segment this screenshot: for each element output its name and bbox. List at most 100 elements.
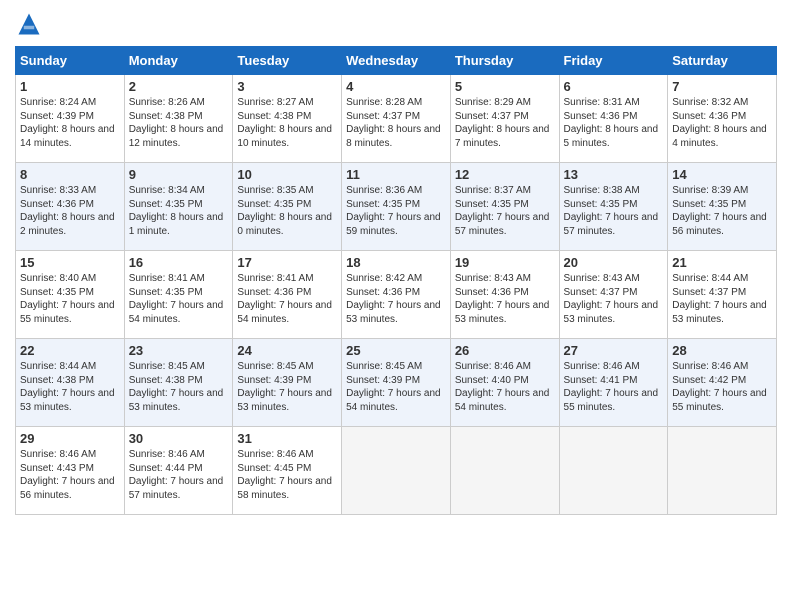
day-number: 21 xyxy=(672,255,772,270)
calendar-cell: 28Sunrise: 8:46 AMSunset: 4:42 PMDayligh… xyxy=(668,339,777,427)
calendar-cell: 24Sunrise: 8:45 AMSunset: 4:39 PMDayligh… xyxy=(233,339,342,427)
calendar-cell: 16 Sunrise: 8:41 AMSunset: 4:35 PMDayligh… xyxy=(124,251,233,339)
col-thursday: Thursday xyxy=(450,47,559,75)
calendar-header-row: Sunday Monday Tuesday Wednesday Thursday… xyxy=(16,47,777,75)
calendar-week-row: 22 Sunrise: 8:44 AMSunset: 4:38 PMDayligh… xyxy=(16,339,777,427)
calendar-cell: 6Sunrise: 8:31 AMSunset: 4:36 PMDaylight… xyxy=(559,75,668,163)
day-number: 20 xyxy=(564,255,664,270)
calendar-cell: 3 Sunrise: 8:27 AMSunset: 4:38 PMDaylight… xyxy=(233,75,342,163)
header xyxy=(15,10,777,38)
calendar-cell xyxy=(668,427,777,515)
day-number: 7 xyxy=(672,79,772,94)
day-info: Sunrise: 8:41 AMSunset: 4:35 PMDaylight:… xyxy=(129,272,229,326)
day-info: Sunrise: 8:38 AMSunset: 4:35 PMDaylight:… xyxy=(564,184,664,238)
calendar-table: Sunday Monday Tuesday Wednesday Thursday… xyxy=(15,46,777,515)
calendar-week-row: 1Sunrise: 8:24 AMSunset: 4:39 PMDaylight… xyxy=(16,75,777,163)
calendar-cell: 29Sunrise: 8:46 AMSunset: 4:43 PMDayligh… xyxy=(16,427,125,515)
day-info: Sunrise: 8:37 AMSunset: 4:35 PMDaylight:… xyxy=(455,184,555,238)
day-number: 1 xyxy=(20,79,120,94)
page-container: Sunday Monday Tuesday Wednesday Thursday… xyxy=(0,0,792,525)
day-number: 19 xyxy=(455,255,555,270)
col-wednesday: Wednesday xyxy=(342,47,451,75)
calendar-cell: 20 Sunrise: 8:43 AMSunset: 4:37 PMDayligh… xyxy=(559,251,668,339)
day-info: Sunrise: 8:27 AMSunset: 4:38 PMDaylight:… xyxy=(237,96,337,150)
calendar-week-row: 15 Sunrise: 8:40 AMSunset: 4:35 PMDayligh… xyxy=(16,251,777,339)
day-number: 22 xyxy=(20,343,120,358)
day-number: 5 xyxy=(455,79,555,94)
day-number: 10 xyxy=(237,167,337,182)
day-number: 9 xyxy=(129,167,229,182)
calendar-cell: 5 Sunrise: 8:29 AMSunset: 4:37 PMDaylight… xyxy=(450,75,559,163)
day-number: 16 xyxy=(129,255,229,270)
calendar-cell: 15 Sunrise: 8:40 AMSunset: 4:35 PMDayligh… xyxy=(16,251,125,339)
day-number: 14 xyxy=(672,167,772,182)
day-info: Sunrise: 8:45 AMSunset: 4:38 PMDaylight:… xyxy=(129,360,229,414)
calendar-cell: 21 Sunrise: 8:44 AMSunset: 4:37 PMDayligh… xyxy=(668,251,777,339)
day-info: Sunrise: 8:31 AMSunset: 4:36 PMDaylight:… xyxy=(564,96,664,150)
day-info: Sunrise: 8:29 AMSunset: 4:37 PMDaylight:… xyxy=(455,96,555,150)
day-info: Sunrise: 8:32 AMSunset: 4:36 PMDaylight:… xyxy=(672,96,772,150)
day-number: 28 xyxy=(672,343,772,358)
calendar-cell: 31 Sunrise: 8:46 AMSunset: 4:45 PMDayligh… xyxy=(233,427,342,515)
day-number: 24 xyxy=(237,343,337,358)
calendar-cell: 1Sunrise: 8:24 AMSunset: 4:39 PMDaylight… xyxy=(16,75,125,163)
day-info: Sunrise: 8:26 AMSunset: 4:38 PMDaylight:… xyxy=(129,96,229,150)
day-info: Sunrise: 8:36 AMSunset: 4:35 PMDaylight:… xyxy=(346,184,446,238)
day-info: Sunrise: 8:43 AMSunset: 4:36 PMDaylight:… xyxy=(455,272,555,326)
col-sunday: Sunday xyxy=(16,47,125,75)
logo xyxy=(15,10,47,38)
calendar-cell: 19 Sunrise: 8:43 AMSunset: 4:36 PMDayligh… xyxy=(450,251,559,339)
calendar-cell: 26 Sunrise: 8:46 AMSunset: 4:40 PMDayligh… xyxy=(450,339,559,427)
day-number: 12 xyxy=(455,167,555,182)
calendar-cell: 27Sunrise: 8:46 AMSunset: 4:41 PMDayligh… xyxy=(559,339,668,427)
day-number: 8 xyxy=(20,167,120,182)
day-number: 25 xyxy=(346,343,446,358)
calendar-cell: 2 Sunrise: 8:26 AMSunset: 4:38 PMDaylight… xyxy=(124,75,233,163)
day-number: 23 xyxy=(129,343,229,358)
calendar-week-row: 29Sunrise: 8:46 AMSunset: 4:43 PMDayligh… xyxy=(16,427,777,515)
calendar-week-row: 8 Sunrise: 8:33 AMSunset: 4:36 PMDaylight… xyxy=(16,163,777,251)
calendar-cell: 11Sunrise: 8:36 AMSunset: 4:35 PMDayligh… xyxy=(342,163,451,251)
logo-icon xyxy=(15,10,43,38)
day-number: 30 xyxy=(129,431,229,446)
calendar-cell: 23 Sunrise: 8:45 AMSunset: 4:38 PMDayligh… xyxy=(124,339,233,427)
day-info: Sunrise: 8:46 AMSunset: 4:43 PMDaylight:… xyxy=(20,448,120,502)
day-number: 3 xyxy=(237,79,337,94)
day-info: Sunrise: 8:44 AMSunset: 4:37 PMDaylight:… xyxy=(672,272,772,326)
day-info: Sunrise: 8:45 AMSunset: 4:39 PMDaylight:… xyxy=(346,360,446,414)
calendar-cell: 7 Sunrise: 8:32 AMSunset: 4:36 PMDaylight… xyxy=(668,75,777,163)
day-info: Sunrise: 8:35 AMSunset: 4:35 PMDaylight:… xyxy=(237,184,337,238)
day-number: 15 xyxy=(20,255,120,270)
col-friday: Friday xyxy=(559,47,668,75)
calendar-cell: 18Sunrise: 8:42 AMSunset: 4:36 PMDayligh… xyxy=(342,251,451,339)
col-monday: Monday xyxy=(124,47,233,75)
day-number: 13 xyxy=(564,167,664,182)
day-info: Sunrise: 8:41 AMSunset: 4:36 PMDaylight:… xyxy=(237,272,337,326)
calendar-cell: 14Sunrise: 8:39 AMSunset: 4:35 PMDayligh… xyxy=(668,163,777,251)
calendar-cell xyxy=(342,427,451,515)
day-number: 2 xyxy=(129,79,229,94)
calendar-cell: 12 Sunrise: 8:37 AMSunset: 4:35 PMDayligh… xyxy=(450,163,559,251)
day-number: 26 xyxy=(455,343,555,358)
day-info: Sunrise: 8:46 AMSunset: 4:44 PMDaylight:… xyxy=(129,448,229,502)
day-info: Sunrise: 8:44 AMSunset: 4:38 PMDaylight:… xyxy=(20,360,120,414)
calendar-cell: 10 Sunrise: 8:35 AMSunset: 4:35 PMDayligh… xyxy=(233,163,342,251)
day-info: Sunrise: 8:46 AMSunset: 4:41 PMDaylight:… xyxy=(564,360,664,414)
calendar-cell xyxy=(559,427,668,515)
day-info: Sunrise: 8:33 AMSunset: 4:36 PMDaylight:… xyxy=(20,184,120,238)
day-number: 17 xyxy=(237,255,337,270)
calendar-cell: 8 Sunrise: 8:33 AMSunset: 4:36 PMDaylight… xyxy=(16,163,125,251)
day-info: Sunrise: 8:34 AMSunset: 4:35 PMDaylight:… xyxy=(129,184,229,238)
calendar-cell: 13 Sunrise: 8:38 AMSunset: 4:35 PMDayligh… xyxy=(559,163,668,251)
calendar-cell xyxy=(450,427,559,515)
day-info: Sunrise: 8:28 AMSunset: 4:37 PMDaylight:… xyxy=(346,96,446,150)
calendar-cell: 25 Sunrise: 8:45 AMSunset: 4:39 PMDayligh… xyxy=(342,339,451,427)
day-info: Sunrise: 8:40 AMSunset: 4:35 PMDaylight:… xyxy=(20,272,120,326)
calendar-cell: 17 Sunrise: 8:41 AMSunset: 4:36 PMDayligh… xyxy=(233,251,342,339)
day-info: Sunrise: 8:46 AMSunset: 4:40 PMDaylight:… xyxy=(455,360,555,414)
day-number: 31 xyxy=(237,431,337,446)
calendar-cell: 4 Sunrise: 8:28 AMSunset: 4:37 PMDaylight… xyxy=(342,75,451,163)
day-info: Sunrise: 8:46 AMSunset: 4:45 PMDaylight:… xyxy=(237,448,337,502)
day-number: 4 xyxy=(346,79,446,94)
day-info: Sunrise: 8:43 AMSunset: 4:37 PMDaylight:… xyxy=(564,272,664,326)
